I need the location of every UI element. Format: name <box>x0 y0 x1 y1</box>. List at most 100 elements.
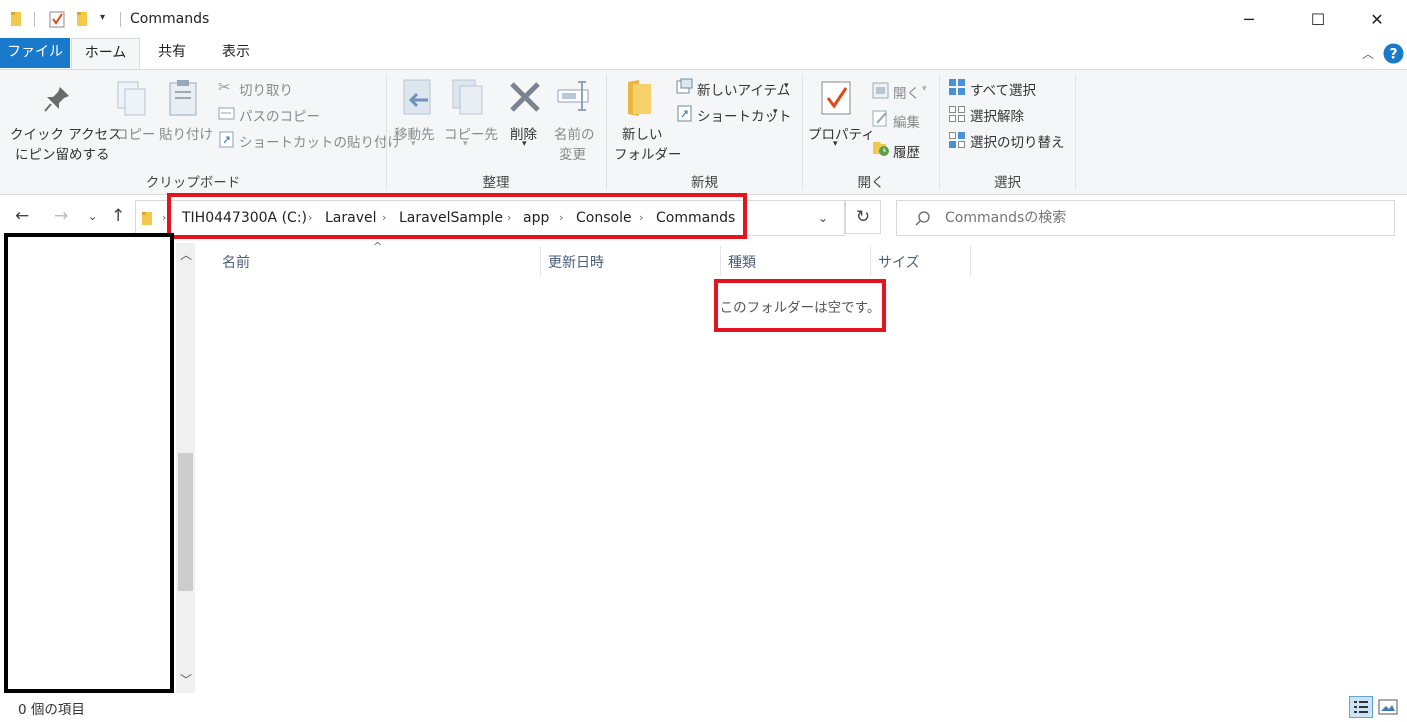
navigation-pane[interactable] <box>4 233 174 693</box>
delete-icon <box>510 82 540 112</box>
svg-text:?: ? <box>1389 47 1397 63</box>
tab-share[interactable]: 共有 <box>146 38 198 67</box>
select-all-button[interactable]: すべて選択 <box>970 79 1036 99</box>
column-header-modified[interactable]: 更新日時 <box>548 252 604 274</box>
rename-label2[interactable]: 変更 <box>559 143 586 163</box>
new-item-icon <box>676 78 693 94</box>
paste-icon <box>169 80 197 116</box>
scroll-thumb[interactable] <box>178 453 193 591</box>
pin-quick-access-label1[interactable]: クイック アクセス <box>10 123 122 143</box>
window-title: Commands <box>130 11 210 27</box>
move-to-dropdown-icon[interactable]: ▾ <box>411 139 416 149</box>
ribbon: クイック アクセス にピン留めする コピー 貼り付け ✂ 切り取り パスのコピー… <box>0 69 1407 195</box>
shortcut-dropdown-icon[interactable]: ▾ <box>773 107 778 117</box>
new-item-button[interactable]: 新しいアイテム <box>697 79 790 99</box>
large-icons-view-icon[interactable] <box>1378 699 1398 715</box>
address-row: ← → ⌄ ↑ › TIH0447300A (C:) › Laravel › L… <box>0 193 1407 241</box>
column-divider[interactable] <box>720 246 721 276</box>
tab-home[interactable]: ホーム <box>71 38 140 70</box>
scroll-up-icon[interactable]: ︿ <box>180 246 192 263</box>
edit-button[interactable]: 編集 <box>893 111 920 131</box>
rename-label1[interactable]: 名前の <box>554 123 595 143</box>
ribbon-tabs: ファイル ホーム 共有 表示 ︿ ? <box>0 38 1407 70</box>
up-arrow-icon[interactable]: ↑ <box>111 206 125 226</box>
invert-selection-icon <box>949 132 965 148</box>
address-highlight-box <box>167 193 747 239</box>
column-divider[interactable] <box>970 246 971 276</box>
column-header-size[interactable]: サイズ <box>878 252 920 274</box>
history-icon <box>873 142 889 156</box>
open-icon <box>872 82 889 99</box>
invert-selection-button[interactable]: 選択の切り替え <box>970 131 1065 151</box>
details-view-icon[interactable] <box>1349 696 1373 718</box>
copy-to-dropdown-icon[interactable]: ▾ <box>463 139 468 149</box>
group-label-new: 新規 <box>691 175 718 191</box>
address-dropdown-icon[interactable]: ⌄ <box>818 211 828 225</box>
new-folder-label1[interactable]: 新しい <box>622 123 663 143</box>
copy-path-button[interactable]: パスのコピー <box>239 105 320 125</box>
copy-path-icon <box>218 107 235 120</box>
paste-button[interactable]: 貼り付け <box>159 123 213 143</box>
address-folder-icon <box>142 212 152 225</box>
column-header-name[interactable]: 名前 <box>222 252 250 274</box>
properties-dropdown-icon[interactable]: ▾ <box>833 139 838 149</box>
copy-to-button[interactable]: コピー先 <box>444 123 498 143</box>
title-separator <box>34 12 35 27</box>
close-button[interactable]: ✕ <box>1354 0 1400 38</box>
paste-shortcut-icon <box>219 131 234 148</box>
recent-locations-chevron-icon[interactable]: ⌄ <box>88 210 97 223</box>
maximize-button[interactable]: ☐ <box>1295 0 1341 38</box>
open-button[interactable]: 開く <box>893 82 920 102</box>
shortcut-icon <box>677 105 692 122</box>
properties-qat-icon[interactable] <box>49 10 66 28</box>
breadcrumb-chevron-icon[interactable]: › <box>162 201 166 235</box>
nav-scrollbar[interactable]: ︿ ﹀ <box>176 243 195 693</box>
column-header-type[interactable]: 種類 <box>728 252 756 274</box>
select-none-button[interactable]: 選択解除 <box>970 105 1024 125</box>
scroll-down-icon[interactable]: ﹀ <box>180 671 192 688</box>
pin-icon <box>44 87 69 112</box>
group-label-open: 開く <box>857 175 885 191</box>
copy-to-icon <box>452 79 483 115</box>
pin-quick-access-label2[interactable]: にピン留めする <box>15 143 110 163</box>
status-bar: 0 個の項目 <box>0 693 1407 722</box>
cut-button[interactable]: 切り取り <box>239 79 293 99</box>
select-none-icon <box>949 106 965 122</box>
group-label-organize: 整理 <box>482 175 510 191</box>
new-folder-icon <box>628 80 651 116</box>
qat-dropdown-icon[interactable]: ▾ <box>100 12 105 23</box>
refresh-icon[interactable]: ↻ <box>845 200 881 234</box>
forward-arrow-icon[interactable]: → <box>54 206 68 226</box>
new-folder-label2[interactable]: フォルダー <box>614 143 682 163</box>
ribbon-collapse-icon[interactable]: ︿ <box>1362 45 1374 62</box>
properties-icon <box>821 81 851 115</box>
history-button[interactable]: 履歴 <box>893 141 920 161</box>
new-folder-qat-icon[interactable] <box>76 11 90 27</box>
help-icon[interactable]: ? <box>1383 43 1404 64</box>
folder-icon <box>11 12 21 26</box>
scissors-icon: ✂ <box>218 78 231 96</box>
tab-file[interactable]: ファイル <box>0 38 70 68</box>
group-label-clipboard: クリップボード <box>145 175 241 191</box>
minimize-button[interactable]: ─ <box>1226 0 1272 38</box>
column-divider[interactable] <box>870 246 871 276</box>
copy-button[interactable]: コピー <box>115 123 156 143</box>
column-divider[interactable] <box>540 246 541 276</box>
search-input[interactable] <box>943 202 1377 234</box>
properties-button[interactable]: プロパティ <box>808 123 875 143</box>
group-label-select: 選択 <box>994 175 1021 191</box>
search-box[interactable] <box>896 200 1395 236</box>
sort-indicator-icon: ^ <box>373 240 383 253</box>
rename-icon <box>557 81 589 111</box>
title-separator <box>120 12 121 27</box>
group-separator <box>1075 74 1076 190</box>
back-arrow-icon[interactable]: ← <box>15 206 29 226</box>
item-count: 0 個の項目 <box>18 702 85 718</box>
tab-view[interactable]: 表示 <box>210 38 262 67</box>
empty-folder-message: このフォルダーは空です。 <box>719 299 881 316</box>
open-dropdown-icon[interactable]: ▾ <box>922 84 927 94</box>
delete-dropdown-icon[interactable]: ▾ <box>522 139 527 149</box>
new-item-dropdown-icon[interactable]: ▾ <box>784 81 789 91</box>
select-all-icon <box>949 79 965 95</box>
paste-shortcut-button[interactable]: ショートカットの貼り付け <box>239 131 401 151</box>
